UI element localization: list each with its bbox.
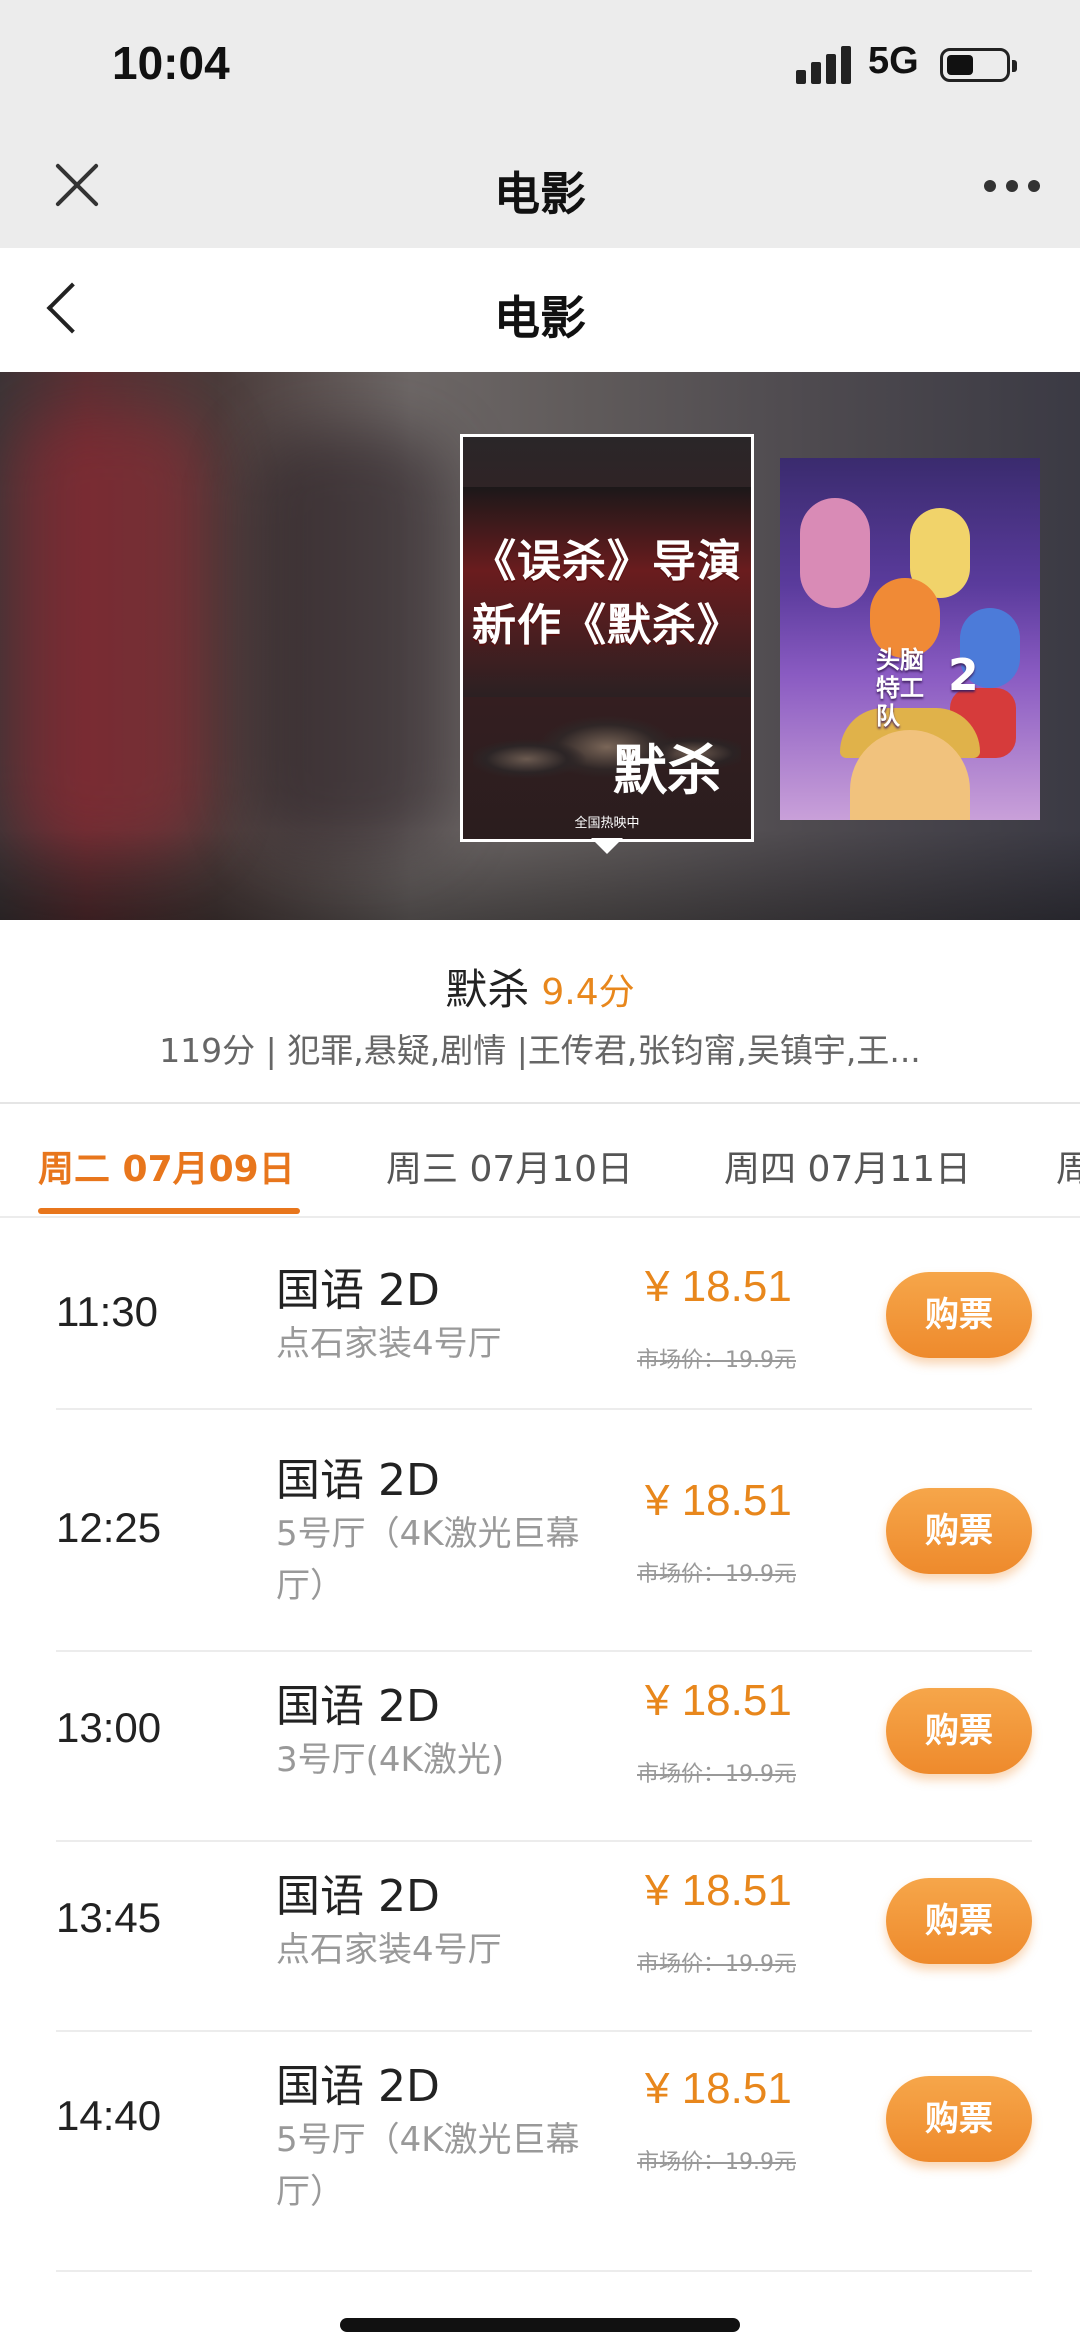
top-bar-title: 电影 xyxy=(494,167,586,221)
page-header: 电影 xyxy=(0,248,1080,372)
date-tab-next[interactable]: 周 xyxy=(1056,1140,1080,1192)
buy-ticket-button[interactable]: 购票 xyxy=(886,1272,1032,1358)
showtime-time: 13:45 xyxy=(56,1894,162,1941)
showtime-hall: 点石家装4号厅 xyxy=(276,1324,502,1364)
showtime-time: 14:40 xyxy=(56,2092,162,2139)
page-title: 电影 xyxy=(494,291,586,345)
poster-selected[interactable]: 《误杀》导演 新作《默杀》 默杀 全国热映中 xyxy=(460,434,754,842)
active-tab-indicator xyxy=(38,1208,300,1214)
showtime-time: 13:00 xyxy=(56,1704,162,1751)
network-type: 5G xyxy=(868,40,919,82)
showtime-language: 国语 2D xyxy=(276,1871,440,1922)
status-time: 10:04 xyxy=(112,37,230,89)
showtime-time: 12:25 xyxy=(56,1504,162,1551)
showtime-hall: 5号厅（4K激光巨幕厅） xyxy=(276,2120,580,2212)
signal-icon xyxy=(796,44,852,84)
movie-info: 默杀 9.4分 119分 | 犯罪,悬疑,剧情 |王传君,张钧甯,吴镇宇,王... xyxy=(0,920,1080,1104)
poster-next-number: 2 xyxy=(948,650,979,701)
showtime-market-price: 市场价：19.9元 xyxy=(637,1562,796,1587)
showtime-market-price: 市场价：19.9元 xyxy=(637,1952,796,1977)
buy-ticket-button[interactable]: 购票 xyxy=(886,1688,1032,1774)
buy-ticket-button[interactable]: 购票 xyxy=(886,2076,1032,2162)
divider xyxy=(0,1216,1080,1218)
date-tabs: 周二 07月09日 周三 07月10日 周四 07月11日 周 xyxy=(0,1104,1080,1216)
showtime-time: 11:30 xyxy=(56,1288,158,1335)
date-tab-0710[interactable]: 周三 07月10日 xyxy=(386,1140,633,1192)
showtime-market-price: 市场价：19.9元 xyxy=(637,1762,796,1787)
showtime-language: 国语 2D xyxy=(276,2061,440,2112)
movie-meta: 119分 | 犯罪,悬疑,剧情 |王传君,张钧甯,吴镇宇,王... xyxy=(159,1031,921,1070)
showtime-language: 国语 2D xyxy=(276,1455,440,1506)
showtime-hall: 点石家装4号厅 xyxy=(276,1930,502,1970)
poster-next-title: 头脑特工队 xyxy=(876,646,924,730)
showtime-hall: 5号厅（4K激光巨幕厅） xyxy=(276,1514,580,1606)
showtime-hall: 3号厅(4K激光) xyxy=(276,1740,505,1780)
divider xyxy=(56,2270,1032,2272)
blurred-poster xyxy=(10,412,210,852)
divider xyxy=(56,2030,1032,2032)
date-tab-0709[interactable]: 周二 07月09日 xyxy=(38,1140,295,1192)
home-indicator[interactable] xyxy=(340,2318,740,2332)
poster-headline-2: 新作《默杀》 xyxy=(472,600,742,651)
showtime-price: ¥ 18.51 xyxy=(645,1476,792,1525)
status-bar: 10:04 5G xyxy=(0,0,1080,130)
more-icon[interactable] xyxy=(984,180,1040,194)
showtime-market-price: 市场价：19.9元 xyxy=(637,1348,796,1373)
poster-headline-1: 《误杀》导演 xyxy=(472,536,742,587)
showtime-language: 国语 2D xyxy=(276,1265,440,1316)
battery-icon xyxy=(940,48,1017,82)
showtime-price: ¥ 18.51 xyxy=(645,2064,792,2113)
blurred-poster xyxy=(250,432,450,852)
buy-ticket-button[interactable]: 购票 xyxy=(886,1878,1032,1964)
date-tab-0711[interactable]: 周四 07月11日 xyxy=(724,1140,971,1192)
divider xyxy=(56,1840,1032,1842)
showtime-market-price: 市场价：19.9元 xyxy=(637,2150,796,2175)
movie-score: 9.4分 xyxy=(541,972,635,1013)
movie-title-line: 默杀 9.4分 xyxy=(0,956,1080,1017)
buy-ticket-button[interactable]: 购票 xyxy=(886,1488,1032,1574)
selected-pointer-icon xyxy=(591,838,623,854)
showtime-price: ¥ 18.51 xyxy=(645,1866,792,1915)
mini-program-bar: 电影 xyxy=(0,130,1080,248)
showtime-price: ¥ 18.51 xyxy=(645,1262,792,1311)
poster-next[interactable]: 头脑特工队 2 xyxy=(780,458,1040,820)
divider xyxy=(56,1650,1032,1652)
movie-name: 默杀 xyxy=(445,965,530,1014)
poster-logo: 默杀 xyxy=(613,738,721,802)
showtime-language: 国语 2D xyxy=(276,1681,440,1732)
poster-tagline: 全国热映中 xyxy=(574,816,640,831)
divider xyxy=(56,1408,1032,1410)
showtime-price: ¥ 18.51 xyxy=(645,1676,792,1725)
